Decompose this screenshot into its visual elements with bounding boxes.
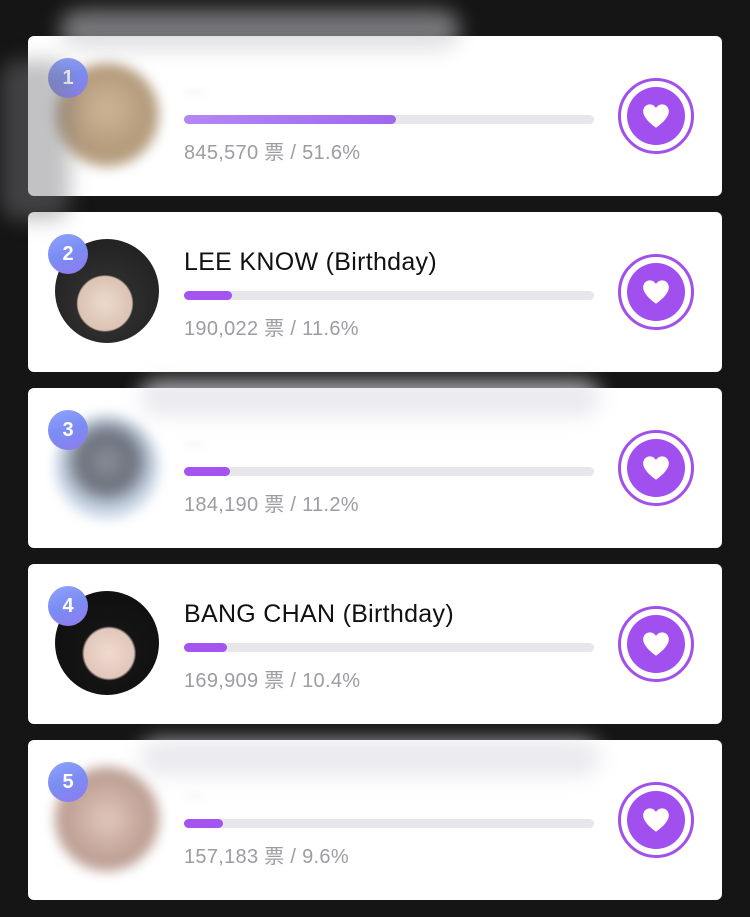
vote-button[interactable] (618, 782, 694, 858)
ranking-card: 1 ... 845,570 票 / 51.6% (28, 36, 722, 196)
ranking-list: 1 ... 845,570 票 / 51.6% 2 LEE KNOW (Birt… (0, 0, 750, 917)
heart-icon (643, 280, 669, 304)
heart-icon (643, 104, 669, 128)
heart-icon (643, 632, 669, 656)
rank-badge: 5 (48, 762, 88, 802)
vote-progress-bar (184, 819, 594, 828)
ranking-card: 4 BANG CHAN (Birthday) 169,909 票 / 10.4% (28, 564, 722, 724)
vote-stats: 190,022 票 / 11.6% (184, 318, 359, 340)
vote-stats: 845,570 票 / 51.6% (184, 142, 361, 164)
ranking-card: 2 LEE KNOW (Birthday) 190,022 票 / 11.6% (28, 212, 722, 372)
candidate-name: LEE KNOW (Birthday) (184, 248, 437, 276)
vote-progress-fill (184, 643, 227, 652)
candidate-name: ... (184, 72, 206, 100)
vote-stats: 169,909 票 / 10.4% (184, 670, 361, 692)
vote-button[interactable] (618, 78, 694, 154)
vote-progress-bar (184, 467, 594, 476)
vote-button-fill (627, 791, 685, 849)
privacy-blur (140, 740, 600, 776)
candidate-name: BANG CHAN (Birthday) (184, 600, 454, 628)
vote-progress-fill (184, 291, 232, 300)
vote-button-fill (627, 439, 685, 497)
rank-badge: 4 (48, 586, 88, 626)
rank-badge: 2 (48, 234, 88, 274)
vote-button-fill (627, 263, 685, 321)
vote-button[interactable] (618, 430, 694, 506)
vote-button-fill (627, 87, 685, 145)
privacy-blur (0, 60, 70, 220)
privacy-blur (60, 10, 460, 50)
vote-stats: 157,183 票 / 9.6% (184, 846, 349, 868)
vote-button-fill (627, 615, 685, 673)
heart-icon (643, 456, 669, 480)
candidate-name: ... (184, 424, 206, 452)
vote-progress-fill (184, 115, 396, 124)
vote-button[interactable] (618, 254, 694, 330)
vote-progress-fill (184, 819, 224, 828)
vote-progress-bar (184, 643, 594, 652)
rank-badge: 3 (48, 410, 88, 450)
vote-progress-fill (184, 467, 230, 476)
heart-icon (643, 808, 669, 832)
vote-button[interactable] (618, 606, 694, 682)
vote-progress-bar (184, 115, 594, 124)
candidate-name: ... (184, 776, 206, 804)
vote-stats: 184,190 票 / 11.2% (184, 494, 359, 516)
privacy-blur (140, 380, 600, 416)
vote-progress-bar (184, 291, 594, 300)
